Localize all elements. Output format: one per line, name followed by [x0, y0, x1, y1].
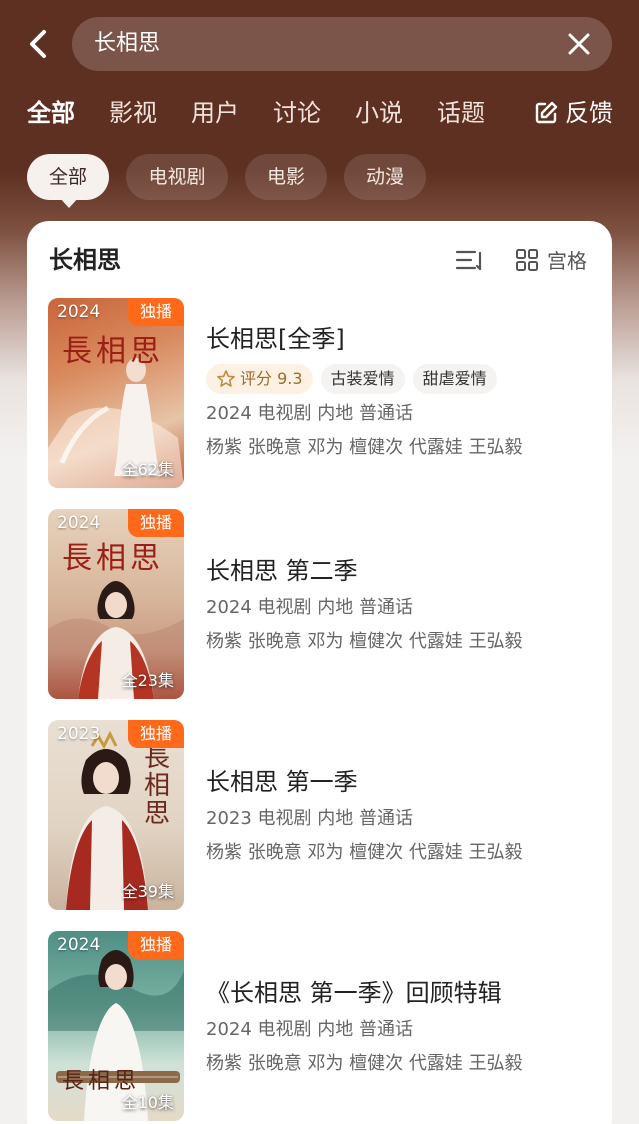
genre-tag: 古装爱情 — [320, 364, 405, 394]
poster-year: 2024 — [57, 302, 101, 322]
back-button[interactable] — [22, 26, 56, 62]
result-meta: 2023 电视剧 内地 普通话 — [206, 808, 413, 829]
card-title: 长相思 — [49, 246, 121, 274]
filter-chips: 全部 电视剧 电影 动漫 — [0, 154, 639, 202]
result-meta: 2024 电视剧 内地 普通话 — [206, 1019, 413, 1040]
result-item[interactable]: 長相思 2024 独播 全23集 长相思 第二季 2024 电视剧 内地 普通话… — [48, 509, 608, 699]
feedback-label: 反馈 — [565, 99, 613, 127]
result-title: 长相思 第二季 — [206, 557, 358, 585]
poster-year: 2024 — [57, 935, 101, 955]
chevron-left-icon — [30, 30, 46, 58]
poster-image: 長相思 2024 独播 全10集 — [48, 931, 184, 1121]
sort-icon — [455, 250, 482, 271]
tab-novel[interactable]: 小说 — [355, 96, 403, 130]
result-title: 《长相思 第一季》回顾特辑 — [206, 979, 502, 1007]
poster-year: 2024 — [57, 513, 101, 533]
result-title: 长相思[全季] — [206, 325, 345, 353]
close-icon — [568, 33, 590, 55]
chip-anime[interactable]: 动漫 — [344, 154, 426, 200]
clear-search-button[interactable] — [566, 31, 592, 57]
result-item[interactable]: 長相思 2024 独播 全10集 《长相思 第一季》回顾特辑 2024 电视剧 … — [48, 931, 608, 1121]
chip-movie[interactable]: 电影 — [245, 154, 327, 200]
tab-discussion[interactable]: 讨论 — [273, 96, 321, 130]
result-item[interactable]: 長相思 2023 独播 全39集 长相思 第一季 2023 电视剧 内地 普通话… — [48, 720, 608, 910]
result-cast: 杨紫 张晚意 邓为 檀健次 代露娃 王弘毅 — [206, 437, 523, 458]
search-input[interactable]: 长相思 — [72, 17, 612, 71]
grid-icon — [516, 248, 538, 271]
grid-view-button[interactable]: 宫格 — [515, 245, 587, 274]
exclusive-badge: 独播 — [128, 720, 184, 748]
poster-year: 2023 — [57, 724, 101, 744]
result-info: 《长相思 第一季》回顾特辑 2024 电视剧 内地 普通话 杨紫 张晚意 邓为 … — [206, 931, 606, 1077]
results-card: 长相思 宫格 長相思 2024 独播 全62集 长相思[全季] 评分 9.3 古… — [27, 221, 612, 1124]
chip-all[interactable]: 全部 — [27, 154, 109, 200]
exclusive-badge: 独播 — [128, 298, 184, 326]
poster-calligraphy: 長相思 — [62, 541, 164, 576]
result-meta: 2024 电视剧 内地 普通话 — [206, 403, 413, 424]
poster-image: 長相思 2023 独播 全39集 — [48, 720, 184, 910]
episode-count: 全62集 — [121, 460, 174, 479]
genre-tag: 甜虐爱情 — [412, 364, 497, 394]
result-cast: 杨紫 张晚意 邓为 檀健次 代露娃 王弘毅 — [206, 1053, 523, 1074]
exclusive-badge: 独播 — [128, 509, 184, 537]
score-text: 评分 9.3 — [240, 369, 303, 388]
result-item[interactable]: 長相思 2024 独播 全62集 长相思[全季] 评分 9.3 古装爱情 甜虐爱… — [48, 298, 608, 488]
poster-image: 長相思 2024 独播 全23集 — [48, 509, 184, 699]
poster-calligraphy: 長相思 — [144, 743, 171, 829]
top-bar: 长相思 — [0, 16, 639, 72]
result-cast: 杨紫 张晚意 邓为 檀健次 代露娃 王弘毅 — [206, 631, 523, 652]
result-cast: 杨紫 张晚意 邓为 檀健次 代露娃 王弘毅 — [206, 842, 523, 863]
poster-calligraphy: 長相思 — [62, 334, 164, 369]
result-info: 长相思[全季] 评分 9.3 古装爱情 甜虐爱情 2024 电视剧 内地 普通话… — [206, 298, 606, 461]
category-tabs: 全部 影视 用户 讨论 小说 话题 反馈 — [0, 96, 639, 132]
sort-button[interactable] — [455, 247, 483, 275]
episode-count: 全39集 — [121, 882, 174, 901]
feedback-button[interactable]: 反馈 — [533, 96, 613, 130]
chip-tv-series[interactable]: 电视剧 — [126, 154, 228, 200]
result-meta: 2024 电视剧 内地 普通话 — [206, 597, 413, 618]
grid-view-label: 宫格 — [547, 249, 587, 273]
exclusive-badge: 独播 — [128, 931, 184, 959]
score-tag: 评分 9.3 — [206, 364, 313, 394]
result-title: 长相思 第一季 — [206, 768, 358, 796]
chip-pointer — [58, 196, 80, 208]
result-info: 长相思 第二季 2024 电视剧 内地 普通话 杨紫 张晚意 邓为 檀健次 代露… — [206, 509, 606, 655]
tab-all[interactable]: 全部 — [27, 96, 75, 130]
edit-icon — [535, 101, 558, 124]
tag-list: 评分 9.3 古装爱情 甜虐爱情 — [206, 364, 606, 394]
star-icon — [217, 370, 235, 387]
tab-users[interactable]: 用户 — [191, 96, 239, 130]
poster-image: 長相思 2024 独播 全62集 — [48, 298, 184, 488]
tab-video[interactable]: 影视 — [109, 96, 157, 130]
episode-count: 全23集 — [121, 671, 174, 690]
search-query: 长相思 — [94, 31, 161, 56]
tab-topic[interactable]: 话题 — [437, 96, 485, 130]
episode-count: 全10集 — [121, 1093, 174, 1112]
result-info: 长相思 第一季 2023 电视剧 内地 普通话 杨紫 张晚意 邓为 檀健次 代露… — [206, 720, 606, 866]
